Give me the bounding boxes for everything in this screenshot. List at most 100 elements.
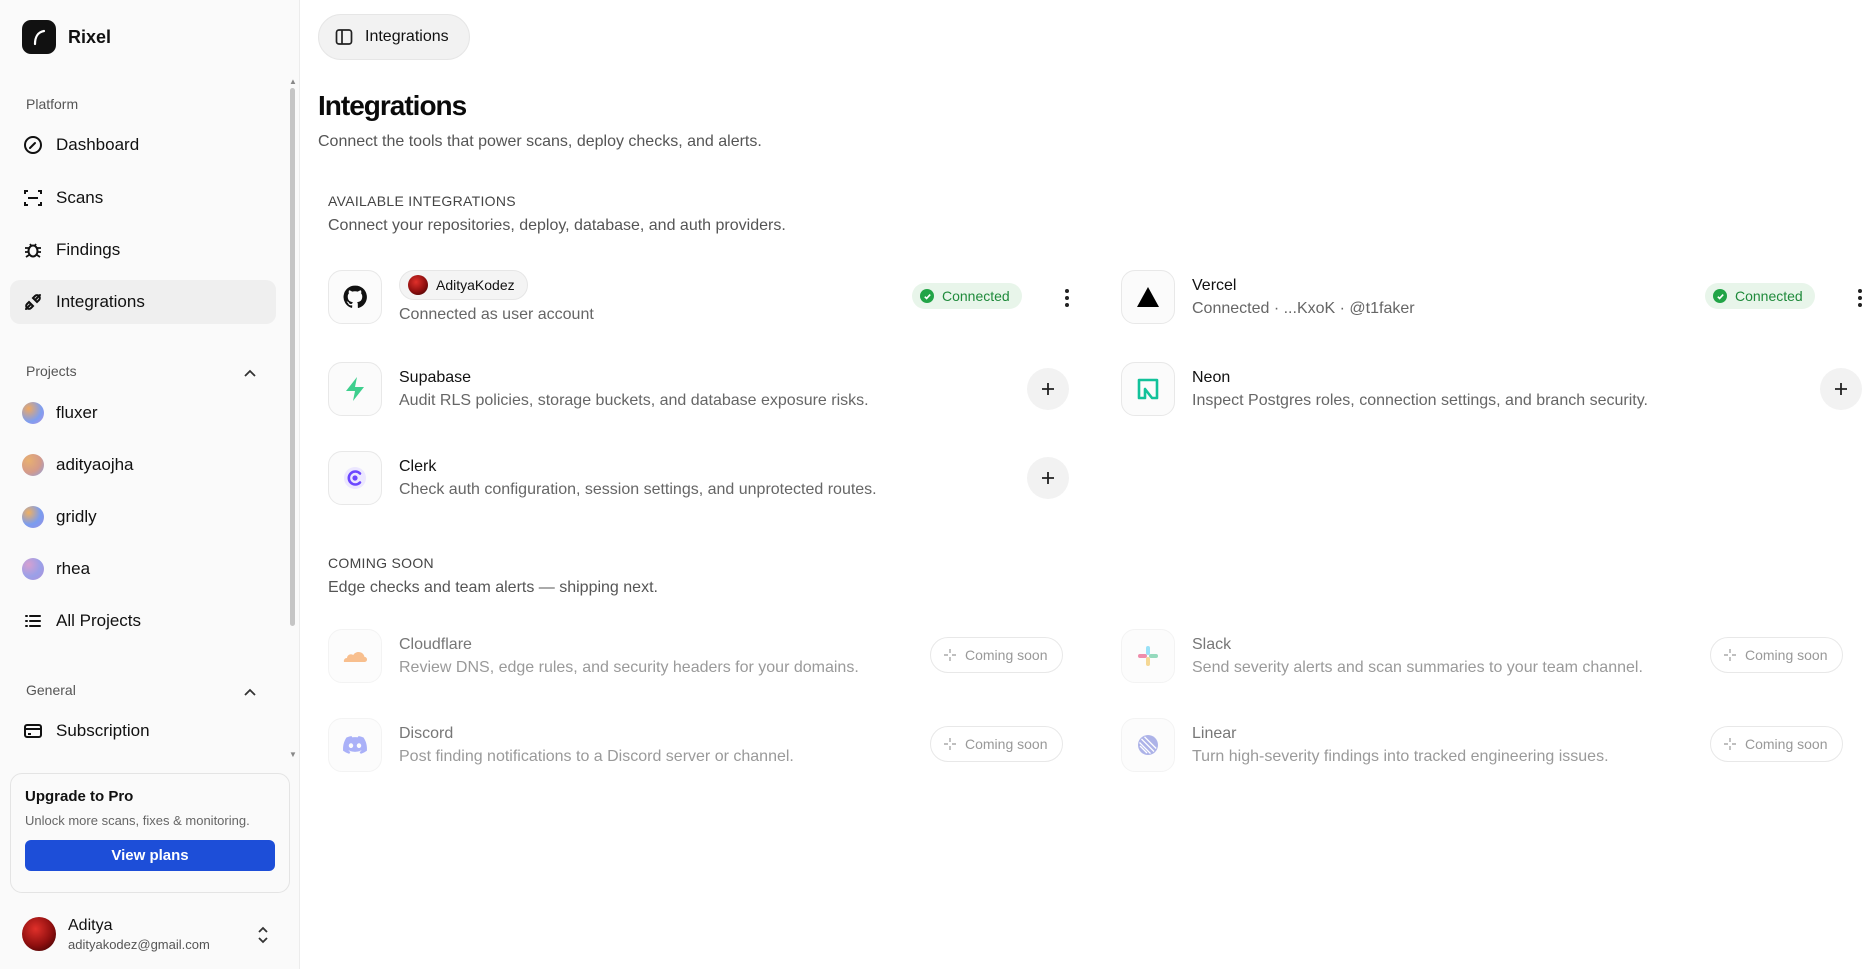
sidebar-item-integrations[interactable]: Integrations [10,280,276,324]
plus-icon [1042,383,1054,395]
section-label-general: General [26,682,76,698]
sparkle-icon [944,649,956,661]
sparkle-icon [1724,738,1736,750]
add-supabase-button[interactable] [1027,368,1069,410]
user-menu[interactable]: Aditya adityakodez@gmail.com [22,912,282,956]
main-content: Integrations Integrations Connect the to… [300,0,1869,969]
sidebar-item-label: Subscription [56,721,150,740]
sidebar-nav: Platform Dashboard Scans Findings Integr… [0,78,296,758]
coming-soon-badge-linear: Coming soon [1710,726,1843,762]
sidebar-item-label: Integrations [56,292,145,311]
upgrade-subtitle: Unlock more scans, fixes & monitoring. [25,813,250,828]
integration-desc-cloudflare: Review DNS, edge rules, and security hea… [399,658,859,676]
status-badge-github: Connected [912,283,1022,309]
neon-icon [1121,362,1175,416]
page-subtitle: Connect the tools that power scans, depl… [318,133,762,150]
sidebar-toggle-icon[interactable] [335,28,353,46]
sidebar-item-all-projects[interactable]: All Projects [10,599,276,643]
slack-icon [1121,629,1175,683]
sidebar-item-label: Scans [56,188,104,207]
view-plans-button[interactable]: View plans [25,840,275,871]
integration-name-vercel: Vercel [1192,276,1237,294]
coming-soon-badge-cloudflare: Coming soon [930,637,1063,673]
integration-card-neon: Neon Inspect Postgres roles, connection … [1121,359,1841,419]
status-badge-label: Connected [942,288,1010,304]
upgrade-card: Upgrade to Pro Unlock more scans, fixes … [10,773,290,893]
avatar [22,917,56,951]
status-badge-vercel: Connected [1705,283,1815,309]
upgrade-title: Upgrade to Pro [25,788,134,805]
integration-name-neon: Neon [1192,368,1231,386]
linear-icon [1121,718,1175,772]
user-email: adityakodez@gmail.com [68,936,210,952]
check-circle-icon [1713,289,1727,303]
coming-soon-badge-discord: Coming soon [930,726,1063,762]
sidebar-item-project-rhea[interactable]: rhea [10,547,276,591]
project-avatar-icon [22,558,44,580]
scroll-down-arrow-icon[interactable]: ▼ [289,751,297,759]
github-account-name: AdityaKodez [436,277,515,293]
sidebar-item-scans[interactable]: Scans [10,176,276,220]
integration-desc-clerk: Check auth configuration, session settin… [399,480,877,498]
integration-name-cloudflare: Cloudflare [399,635,472,653]
dashboard-icon [22,134,44,156]
coming-soon-subheading: Edge checks and team alerts — shipping n… [328,579,658,596]
supabase-icon [328,362,382,416]
coming-soon-badge-slack: Coming soon [1710,637,1843,673]
scan-icon [22,187,44,209]
scroll-thumb[interactable] [290,88,295,626]
coming-soon-label: Coming soon [1745,647,1828,663]
available-integrations-heading: AVAILABLE INTEGRATIONS [328,193,516,209]
integration-desc-supabase: Audit RLS policies, storage buckets, and… [399,391,869,409]
integration-desc-discord: Post finding notifications to a Discord … [399,747,794,765]
integration-name-discord: Discord [399,724,454,742]
more-options-vercel-icon[interactable] [1850,286,1869,310]
chevrons-up-down-icon[interactable] [254,924,272,946]
check-circle-icon [920,289,934,303]
integration-desc-linear: Turn high-severity findings into tracked… [1192,747,1609,765]
project-avatar-icon [22,454,44,476]
sidebar-item-project-gridly[interactable]: gridly [10,495,276,539]
plus-icon [1042,472,1054,484]
integration-name-slack: Slack [1192,635,1232,653]
sidebar-item-label: adityaojha [56,455,134,474]
sidebar-item-label: gridly [56,507,97,526]
plus-icon [1835,383,1847,395]
sidebar-item-project-fluxer[interactable]: fluxer [10,391,276,435]
discord-icon [328,718,382,772]
breadcrumb-label: Integrations [365,28,449,45]
page-title: Integrations [318,90,467,121]
integration-desc-slack: Send severity alerts and scan summaries … [1192,658,1643,676]
chevron-up-icon[interactable] [242,684,258,700]
integration-name-clerk: Clerk [399,457,437,475]
sidebar-item-findings[interactable]: Findings [10,228,276,272]
sidebar-item-project-adityaojha[interactable]: adityaojha [10,443,276,487]
sidebar-item-label: fluxer [56,403,98,422]
sparkle-icon [1724,649,1736,661]
section-label-projects: Projects [26,363,77,379]
breadcrumb[interactable]: Integrations [318,14,470,60]
cloudflare-icon [328,629,382,683]
github-account-chip[interactable]: AdityaKodez [399,270,528,300]
integration-desc-neon: Inspect Postgres roles, connection setti… [1192,391,1648,409]
scroll-up-arrow-icon[interactable]: ▲ [289,78,297,86]
more-options-github-icon[interactable] [1057,286,1077,310]
clerk-icon [328,451,382,505]
integration-card-clerk: Clerk Check auth configuration, session … [328,448,1048,508]
rixel-logo-icon [22,20,56,54]
plug-icon [22,291,44,313]
avatar [408,275,428,295]
coming-soon-label: Coming soon [965,647,1048,663]
add-neon-button[interactable] [1820,368,1862,410]
sidebar-scrollbar[interactable]: ▲ ▼ [289,78,297,759]
chevron-up-icon[interactable] [242,365,258,381]
bug-icon [22,239,44,261]
sidebar-item-dashboard[interactable]: Dashboard [10,123,276,167]
project-avatar-icon [22,506,44,528]
add-clerk-button[interactable] [1027,457,1069,499]
sidebar-item-subscription[interactable]: Subscription [10,709,276,753]
brand-name: Rixel [68,26,112,47]
brand[interactable]: Rixel [22,20,111,54]
integration-name-linear: Linear [1192,724,1237,742]
integration-name-supabase: Supabase [399,368,472,386]
